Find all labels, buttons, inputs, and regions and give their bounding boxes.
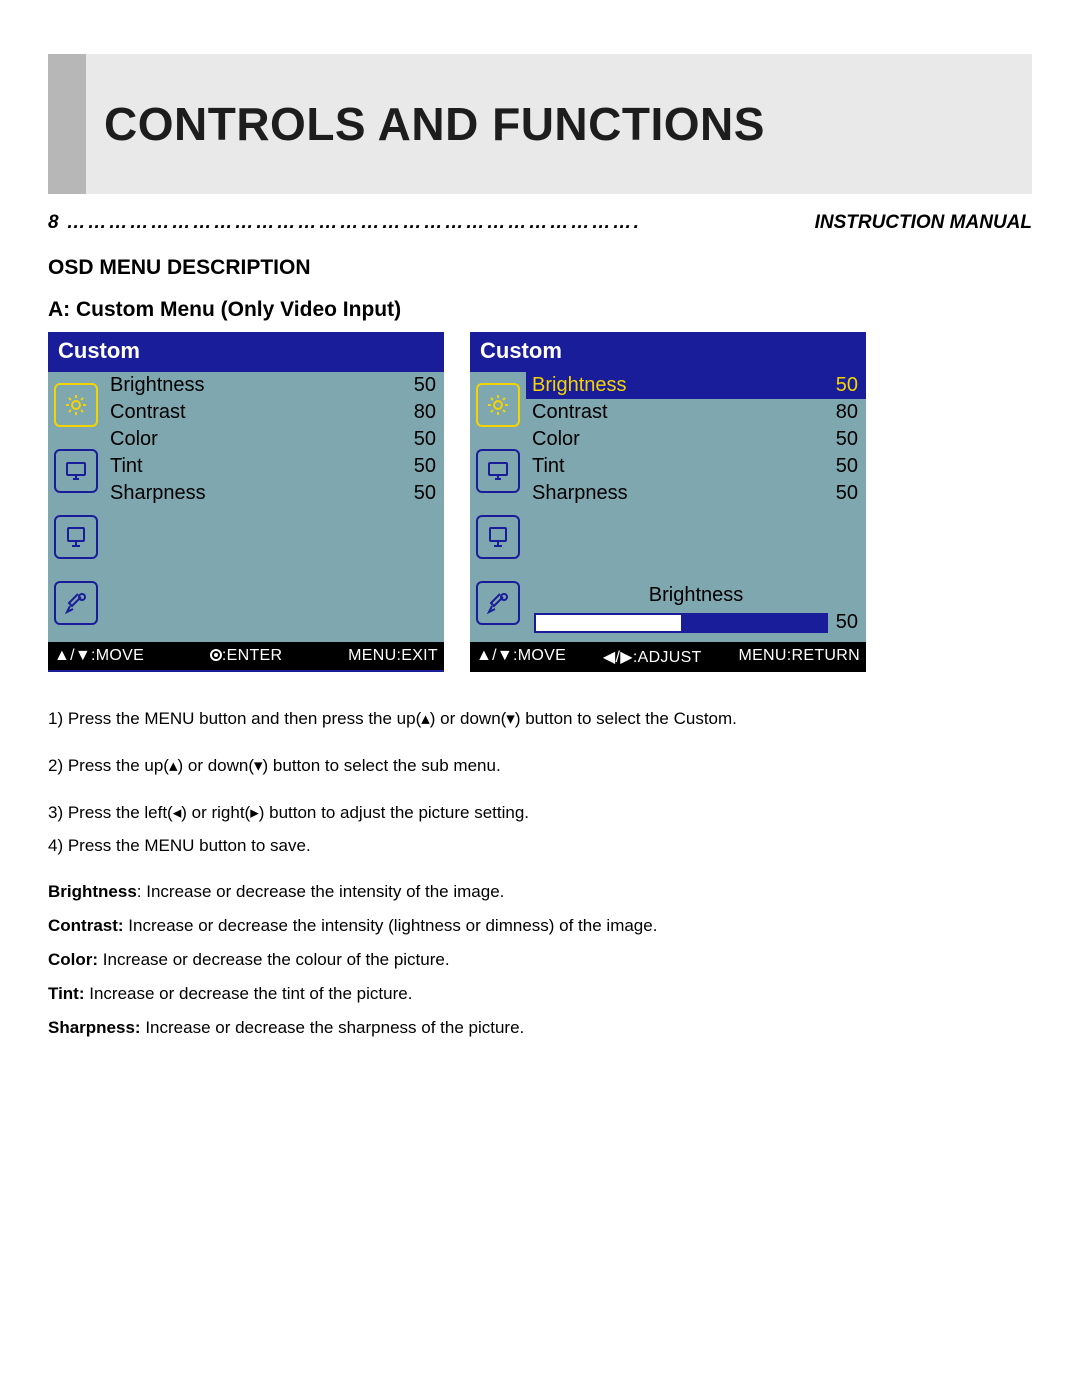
instructions: 1) Press the MENU button and then press … xyxy=(48,708,1032,858)
monitor-icon xyxy=(54,515,98,559)
step-2: 2) Press the up(▴) or down(▾) button to … xyxy=(48,755,1032,778)
list-item: Tint 50 xyxy=(526,453,866,480)
list-item-selected: Brightness 50 xyxy=(526,372,866,399)
osd-left-body: Brightness 50 Contrast 80 Color 50 Tint 50 S… xyxy=(48,372,444,642)
adjust-bar-fill xyxy=(536,615,681,631)
list-item: Contrast 80 xyxy=(526,399,866,426)
def-tint: Tint: Increase or decrease the tint of t… xyxy=(48,984,1032,1004)
list-item: Color 50 xyxy=(526,426,866,453)
footer-adjust: ◀/▶:ADJUST xyxy=(603,647,702,667)
def-brightness: Brightness: Increase or decrease the int… xyxy=(48,882,1032,902)
list-item: Contrast 80 xyxy=(104,399,444,426)
list-item: Sharpness 50 xyxy=(104,480,444,507)
list-item: Tint 50 xyxy=(104,453,444,480)
osd-left-list: Brightness 50 Contrast 80 Color 50 Tint 50 S… xyxy=(104,372,444,642)
screen-icon xyxy=(476,449,520,493)
osd-row: Custom Brightness50 Contrast80 Col xyxy=(48,332,1032,672)
osd-adjust-panel: Brightness 50 xyxy=(526,580,866,642)
item-label: Contrast xyxy=(532,401,608,424)
list-item: Sharpness 50 xyxy=(526,480,866,507)
item-value: 50 xyxy=(414,455,436,478)
footer-exit: MENU:EXIT xyxy=(348,647,438,665)
def-color: Color: Increase or decrease the colour o… xyxy=(48,950,1032,970)
osd-right-iconcol xyxy=(470,372,526,642)
item-label: Color xyxy=(110,428,158,451)
item-value: 80 xyxy=(414,401,436,424)
osd-left: Custom Brightness50 Contrast80 Col xyxy=(48,332,444,672)
footer-move: ▲/▼:MOVE xyxy=(476,647,566,667)
adjust-bar-row: 50 xyxy=(534,611,858,634)
osd-left-title: Custom xyxy=(48,332,444,372)
step-3: 3) Press the left(◂) or right(▸) button … xyxy=(48,802,1032,825)
spacer xyxy=(526,507,866,580)
item-label: Sharpness xyxy=(110,482,206,505)
osd-right: Custom Brightness50 Contrast80 Col xyxy=(470,332,866,672)
item-label: Sharpness xyxy=(532,482,628,505)
sub-heading: A: Custom Menu (Only Video Input) xyxy=(48,298,1032,322)
item-value: 50 xyxy=(836,482,858,505)
osd-right-list: Brightness 50 Contrast 80 Color 50 Tint 50 S… xyxy=(526,372,866,642)
item-label: Contrast xyxy=(110,401,186,424)
osd-right-footer: ▲/▼:MOVE ◀/▶:ADJUST MENU:RETURN xyxy=(470,642,866,672)
item-label: Brightness xyxy=(110,374,205,397)
item-value: 50 xyxy=(414,374,436,397)
definitions: Brightness: Increase or decrease the int… xyxy=(48,882,1032,1038)
banner-tab xyxy=(48,54,86,194)
adjust-label: Brightness xyxy=(534,584,858,607)
screen-icon xyxy=(54,449,98,493)
monitor-icon xyxy=(476,515,520,559)
list-item: Brightness 50 xyxy=(104,372,444,399)
item-value: 80 xyxy=(836,401,858,424)
item-label: Tint xyxy=(532,455,565,478)
brightness-icon xyxy=(476,383,520,427)
item-value: 50 xyxy=(414,428,436,451)
item-label: Brightness xyxy=(532,374,627,397)
step-4: 4) Press the MENU button to save. xyxy=(48,835,1032,858)
osd-right-body: Brightness 50 Contrast 80 Color 50 Tint 50 S… xyxy=(470,372,866,642)
step-1: 1) Press the MENU button and then press … xyxy=(48,708,1032,731)
def-contrast: Contrast: Increase or decrease the inten… xyxy=(48,916,1032,936)
page-banner: Controls And Functions xyxy=(48,54,1032,194)
page-number: 8 xyxy=(48,212,59,234)
list-item: Color 50 xyxy=(104,426,444,453)
item-value: 50 xyxy=(836,374,858,397)
enter-icon xyxy=(210,649,222,661)
header-right: INSTRUCTION MANUAL xyxy=(815,212,1032,234)
brightness-icon xyxy=(54,383,98,427)
spacer xyxy=(104,507,444,642)
footer-return: MENU:RETURN xyxy=(738,647,860,667)
item-value: 50 xyxy=(414,482,436,505)
item-label: Color xyxy=(532,428,580,451)
item-label: Tint xyxy=(110,455,143,478)
item-value: 50 xyxy=(836,455,858,478)
footer-move: ▲/▼:MOVE xyxy=(54,647,144,665)
osd-left-iconcol xyxy=(48,372,104,642)
banner-title: Controls And Functions xyxy=(104,97,765,151)
item-value: 50 xyxy=(836,428,858,451)
def-sharpness: Sharpness: Increase or decrease the shar… xyxy=(48,1018,1032,1038)
page-header-line: 8 ………………………………………………………………………. INSTRUCTI… xyxy=(48,212,1032,234)
adjust-bar xyxy=(534,613,828,633)
section-heading: OSD MENU DESCRIPTION xyxy=(48,256,1032,280)
osd-left-footer: ▲/▼:MOVE :ENTER MENU:EXIT xyxy=(48,642,444,670)
tools-icon xyxy=(476,581,520,625)
header-dots: ………………………………………………………………………. xyxy=(67,212,807,234)
osd-right-title: Custom xyxy=(470,332,866,372)
tools-icon xyxy=(54,581,98,625)
adjust-value: 50 xyxy=(836,611,858,634)
footer-enter: :ENTER xyxy=(210,647,282,665)
